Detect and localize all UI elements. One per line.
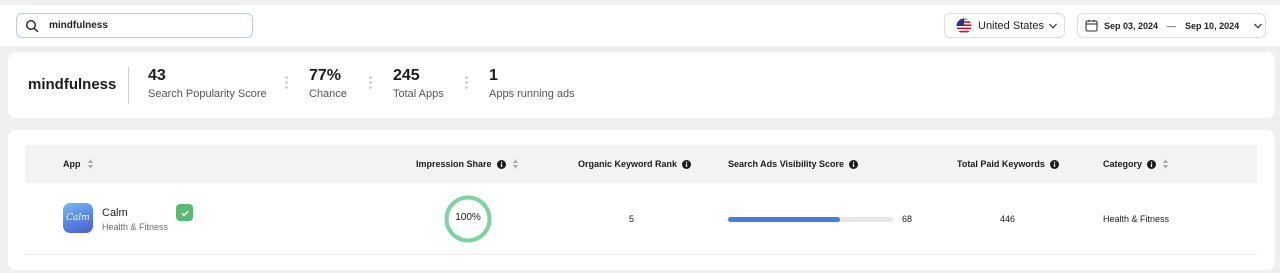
us-flag-icon	[956, 18, 972, 33]
keyword-summary-card: mindfulness 43 Search Popularity Score 7…	[8, 52, 1275, 118]
metric-value: 245	[393, 67, 420, 84]
metric-label: Search Popularity Score	[148, 88, 267, 100]
separator-dots	[465, 76, 469, 92]
column-label: App	[63, 159, 81, 169]
metric-value: 43	[148, 67, 166, 84]
search-input[interactable]: mindfulness	[16, 13, 253, 38]
column-label: Search Ads Visibility Score	[728, 159, 845, 169]
column-label: Total Paid Keywords	[957, 159, 1045, 169]
app-icon-logo: Calm	[66, 213, 90, 223]
column-header-app[interactable]: App	[63, 159, 94, 169]
info-icon[interactable]	[682, 159, 692, 169]
separator-dots	[369, 76, 373, 92]
info-icon[interactable]	[849, 159, 859, 169]
metric-value: 1	[489, 67, 498, 84]
metric-chance: 77% Chance	[309, 67, 347, 100]
visibility-score-value: 68	[902, 214, 913, 224]
sort-icon[interactable]	[87, 159, 94, 169]
keyword-title: mindfulness	[28, 76, 117, 93]
column-header-visibility-score[interactable]: Search Ads Visibility Score	[728, 159, 859, 169]
date-separator: —	[1167, 20, 1177, 31]
app-subtitle: Health & Fitness	[102, 222, 169, 232]
date-start: Sep 03, 2024	[1104, 20, 1159, 31]
column-label: Organic Keyword Rank	[578, 159, 678, 169]
app-name[interactable]: Calm	[102, 207, 128, 219]
paid-keywords-value: 446	[1000, 214, 1016, 224]
metric-value: 77%	[309, 67, 342, 84]
column-header-impression-share[interactable]: Impression Share	[416, 159, 519, 169]
top-bar: mindfulness United States Sep 03, 2024 —…	[0, 5, 1280, 46]
country-label: United States	[978, 19, 1045, 32]
info-icon[interactable]	[1049, 159, 1059, 169]
column-header-category[interactable]: Category	[1103, 159, 1169, 169]
metric-total-apps: 245 Total Apps	[393, 67, 444, 100]
sort-icon[interactable]	[512, 159, 519, 169]
chevron-down-icon	[1254, 23, 1263, 29]
column-label: Category	[1103, 159, 1143, 169]
search-icon	[25, 19, 39, 32]
divider	[128, 67, 129, 104]
date-range-picker[interactable]: Sep 03, 2024 — Sep 10, 2024	[1077, 13, 1266, 38]
visibility-score-bar	[728, 217, 893, 222]
organic-rank-value: 5	[629, 214, 635, 224]
column-header-organic-rank[interactable]: Organic Keyword Rank	[578, 159, 692, 169]
column-header-paid-keywords[interactable]: Total Paid Keywords	[957, 159, 1059, 169]
search-input-value: mindfulness	[49, 20, 108, 31]
visibility-score-bar-fill	[728, 217, 841, 222]
table-header: App Impression Share Organic Keyword Ran…	[25, 145, 1257, 183]
metric-search-popularity: 43 Search Popularity Score	[148, 67, 267, 100]
metric-apps-running-ads: 1 Apps running ads	[489, 67, 575, 100]
separator-dots	[285, 76, 289, 92]
app-icon[interactable]: Calm	[63, 203, 93, 233]
metric-label: Chance	[309, 88, 347, 100]
date-end: Sep 10, 2024	[1185, 20, 1240, 31]
column-label: Impression Share	[416, 159, 492, 169]
table-row[interactable]: Calm Calm Health & Fitness 100% 5 68 446…	[25, 183, 1257, 255]
category-value: Health & Fitness	[1103, 214, 1170, 224]
info-icon[interactable]	[496, 159, 506, 169]
metric-label: Apps running ads	[489, 88, 575, 100]
calendar-icon	[1085, 19, 1098, 32]
metric-label: Total Apps	[393, 88, 444, 100]
apps-table: App Impression Share Organic Keyword Ran…	[8, 130, 1275, 270]
sort-icon[interactable]	[1162, 159, 1169, 169]
chevron-down-icon	[1049, 23, 1057, 29]
info-icon[interactable]	[1147, 159, 1157, 169]
impression-share-value: 100%	[455, 212, 481, 223]
verified-check-icon	[176, 204, 193, 221]
country-selector[interactable]: United States	[944, 13, 1065, 38]
